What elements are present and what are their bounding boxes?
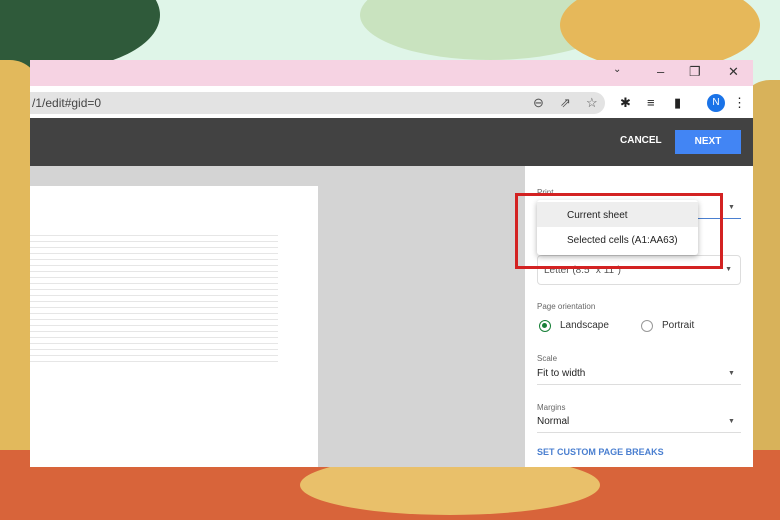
margins-label: Margins [537,403,566,412]
url-text: /1/edit#gid=0 [32,96,102,110]
chevron-down-icon[interactable]: ▼ [728,204,735,211]
cancel-button[interactable]: CANCEL [620,135,662,146]
restore-icon[interactable]: ❐ [689,64,701,80]
orientation-label: Page orientation [537,302,596,311]
more-icon[interactable]: ⋮ [733,95,746,111]
margins-select[interactable]: Normal [537,416,569,427]
divider [537,384,741,385]
address-bar-row: /1/edit#gid=0 ⊖ ⇗ ☆ ✱ ≡ ▮ N ⋮ [30,86,753,118]
landscape-label[interactable]: Landscape [560,320,609,331]
url-input[interactable]: /1/edit#gid=0 [30,92,605,114]
chevron-down-icon: ▼ [725,266,732,273]
next-button[interactable]: NEXT [675,130,741,154]
portrait-radio[interactable] [641,320,653,332]
minimize-icon[interactable]: – [657,64,664,79]
print-preview [30,166,525,467]
preview-page [30,186,318,467]
highlight-box [515,193,723,269]
avatar[interactable]: N [707,94,725,112]
media-icon[interactable]: ≡ [647,95,655,110]
scale-select[interactable]: Fit to width [537,368,585,379]
scale-label: Scale [537,354,558,363]
portrait-label[interactable]: Portrait [662,320,694,331]
zoom-icon[interactable]: ⊖ [533,95,544,111]
chevron-down-icon[interactable]: ⌄ [613,64,621,75]
custom-page-breaks-link[interactable]: SET CUSTOM PAGE BREAKS [537,447,664,457]
print-toolbar: CANCEL NEXT [30,118,753,166]
title-bar: ⌄ – ❐ ✕ [30,60,753,86]
divider [537,432,741,433]
chevron-down-icon[interactable]: ▼ [728,418,735,425]
spreadsheet-preview [30,230,278,366]
landscape-radio[interactable] [539,320,551,332]
share-icon[interactable]: ⇗ [560,95,571,111]
chevron-down-icon[interactable]: ▼ [728,370,735,377]
sidebar-icon[interactable]: ▮ [674,95,681,111]
close-icon[interactable]: ✕ [728,64,739,80]
star-icon[interactable]: ☆ [586,95,598,111]
extensions-icon[interactable]: ✱ [620,95,631,111]
